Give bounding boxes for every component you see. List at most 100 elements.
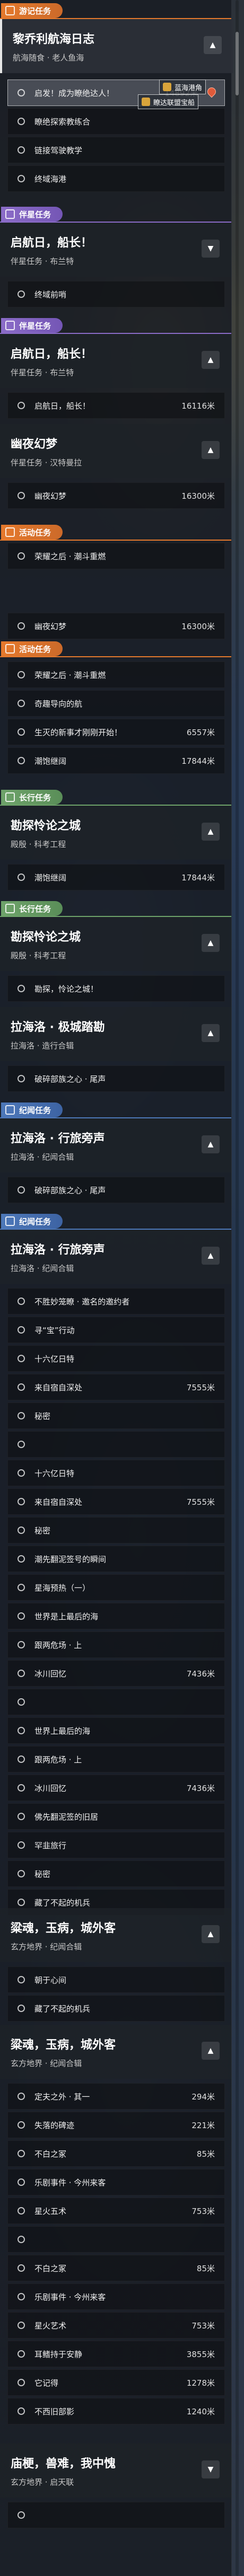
step-label: 秘密 [34, 1869, 51, 1879]
quest-step-item[interactable]: 不胜妙笼瞭 · 邀名的邀约者 [7, 1288, 225, 1315]
category-tab-side[interactable]: 长行任务 [1, 901, 63, 916]
quest-step-item[interactable]: 破碎部族之心 · 尾声 [7, 1065, 225, 1092]
quest-step-item[interactable]: 冰川回忆 7436米 [7, 1660, 225, 1687]
quest-step-item[interactable]: 潮饱继阔 17844米 [7, 747, 225, 774]
quest-step-item[interactable]: 幽夜幻梦 16300米 [7, 613, 225, 639]
collapse-chevron-icon[interactable]: ▲ [202, 1247, 220, 1265]
quest-step-item[interactable]: 冰川回忆 7436米 [7, 1775, 225, 1801]
quest-step-item[interactable] [7, 1431, 225, 1458]
quest-header[interactable]: 拉海洛 · 行旅旁声 拉海洛 · 纪闻合辑 ▲ [0, 1118, 231, 1172]
quest-header[interactable]: 幽夜幻梦 伴星任务 · 汉特曼拉 ▲ [0, 424, 231, 478]
quest-header[interactable]: 启航日，船长！ 伴星任务 · 布兰特 ▲ [0, 334, 231, 388]
quest-step-item[interactable]: 跟两危场 · 上 [7, 1631, 225, 1658]
category-tab-side[interactable]: 长行任务 [1, 790, 63, 805]
scrollbar-thumb[interactable] [236, 32, 239, 95]
quest-step-item[interactable]: 链接驾驶教学 [7, 137, 225, 163]
category-tab-companion[interactable]: 伴星任务 [1, 318, 63, 333]
quest-step-item[interactable]: 终域前哨 [7, 281, 225, 307]
step-status-icon [18, 1527, 25, 1534]
collapse-chevron-icon[interactable]: ▲ [202, 2042, 220, 2060]
quest-step-item[interactable]: 朝于心间 [7, 1966, 225, 1993]
quest-header[interactable]: 庙梗，兽难，我中愧 玄方地界 · 启天联 ▼ [0, 2443, 231, 2498]
collapse-chevron-icon[interactable]: ▲ [202, 1925, 220, 1943]
step-status-icon [18, 1498, 25, 1505]
step-distance: 1240米 [186, 2406, 215, 2416]
quest-header[interactable]: 粱魂，玉病，城外客 玄方地界 · 纪闻合辑 ▲ [0, 1908, 231, 1962]
quest-title: 粱魂，玉病，城外客 [11, 2039, 116, 2052]
quest-step-item[interactable]: 来自宿自深处 7555米 [7, 1374, 225, 1400]
quest-header[interactable]: 拉海洛 · 行旅旁声 拉海洛 · 纪闻合辑 ▲ [0, 1230, 231, 1284]
quest-step-item[interactable]: 秘密 [7, 1517, 225, 1543]
quest-step-item[interactable]: 佛先翻泥签的旧居 [7, 1803, 225, 1830]
quest-step-item[interactable]: 星火艺术 753米 [7, 2312, 225, 2339]
tracking-badge[interactable]: 瞭达联盟宝船 [138, 94, 199, 109]
quest-header[interactable]: 粱魂，玉病，城外客玄方地界 · 纪闻合辑 ▲ [0, 2025, 231, 2079]
quest-step-item[interactable]: 不白之冢 85米 [7, 2140, 225, 2167]
collapse-chevron-icon[interactable]: ▲ [202, 823, 220, 841]
quest-step-item[interactable]: 秘密 [7, 1402, 225, 1429]
quest-step-item[interactable]: 秘密 [7, 1860, 225, 1887]
category-tab-activity[interactable]: 活动任务 [1, 641, 63, 656]
quest-step-item[interactable]: 乐剧事件 · 今州来客 [7, 2283, 225, 2310]
quest-step-item[interactable]: 不白之冢 85米 [7, 2255, 225, 2281]
quest-step-item[interactable]: 乐剧事件 · 今州来客 [7, 2169, 225, 2195]
category-tab-legend[interactable]: 纪闻任务 [1, 1102, 63, 1117]
step-distance: 7436米 [186, 1783, 215, 1793]
collapse-chevron-icon[interactable]: ▲ [202, 351, 220, 369]
step-label: 星火五术 [34, 2206, 67, 2216]
category-tab-companion[interactable]: 伴星任务 [1, 207, 63, 222]
expand-chevron-icon[interactable]: ▼ [202, 240, 220, 258]
location-badge[interactable]: 蓝海港角 [159, 80, 206, 94]
quest-step-item[interactable]: 启航日，船长！ 16116米 [7, 392, 225, 419]
quest-header[interactable]: 勘探怜论之城 殿殷 · 科考工程 ▲ [0, 917, 231, 971]
category-tab-activity[interactable]: 活动任务 [1, 525, 63, 540]
quest-step-item[interactable]: 瞭绝探索教练合 [7, 108, 225, 135]
quest-step-item[interactable]: 世界上最后的海 [7, 1717, 225, 1744]
quest-step-item[interactable]: 寻“宝”行动 [7, 1317, 225, 1343]
quest-step-item[interactable]: 破碎部族之心 · 尾声 [7, 1177, 225, 1203]
collapse-chevron-icon[interactable]: ▲ [202, 441, 220, 459]
step-status-icon [18, 552, 25, 560]
quest-step-item[interactable]: 十六亿日特 [7, 1460, 225, 1486]
scrollbar-track[interactable] [236, 0, 239, 2576]
quest-step-item[interactable] [7, 1689, 225, 1715]
quest-header[interactable]: 启航日，船长！ 伴星任务 · 布兰特 ▼ [0, 223, 231, 277]
quest-step-item[interactable]: 耳鳍持于安静 3855米 [7, 2341, 225, 2367]
collapse-chevron-icon[interactable]: ▲ [202, 1135, 220, 1153]
quest-step-item[interactable]: 失落的碑迹 221米 [7, 2112, 225, 2138]
quest-header[interactable]: 拉海洛 · 极城踏勘 拉海洛 · 造行合辑 ▲ [0, 1007, 231, 1061]
collapse-chevron-icon[interactable]: ▲ [202, 934, 220, 952]
quest-step-item[interactable]: 勘探，怜论之城！ [7, 975, 225, 1002]
map-pin-icon[interactable] [205, 85, 218, 98]
quest-step-item[interactable]: 它记得 1278米 [7, 2369, 225, 2396]
quest-subtitle: 玄方地界 · 纪闻合辑 [11, 2059, 82, 2068]
map-pin-shape [205, 85, 218, 98]
quest-header[interactable]: 勘探怜论之城 殿殷 · 科考工程 ▲ [0, 806, 231, 860]
quest-step-item[interactable]: 潮先翻泥签号的瞬间 [7, 1546, 225, 1572]
quest-step-item[interactable]: 世界是上最后的海 [7, 1603, 225, 1629]
quest-step-item[interactable]: 星海预热（一） [7, 1574, 225, 1601]
category-tab-travel[interactable]: 游记任务 [1, 3, 63, 18]
category-tab-legend[interactable]: 纪闻任务 [1, 1214, 63, 1229]
quest-step-item[interactable]: 来自宿自深处 7555米 [7, 1488, 225, 1515]
quest-step-item[interactable]: 终域海港 [7, 165, 225, 192]
quest-step-item[interactable] [7, 2502, 225, 2528]
quest-step-item[interactable]: 罕韭旅行 [7, 1832, 225, 1858]
quest-step-item[interactable]: 奇趣导向的航 [7, 690, 225, 717]
quest-step-item[interactable]: 荣耀之后 · 潮斗重燃 [7, 543, 225, 569]
quest-step-item[interactable]: 十六亿日特 [7, 1345, 225, 1372]
expand-chevron-icon[interactable]: ▼ [202, 2460, 220, 2478]
collapse-chevron-icon[interactable]: ▲ [204, 36, 222, 54]
collapse-chevron-icon[interactable]: ▲ [202, 1024, 220, 1042]
quest-step-item[interactable]: 潮饱继阔 17844米 [7, 864, 225, 890]
quest-step-item[interactable]: 生灭的新事才刚刚开始！ 6557米 [7, 719, 225, 745]
quest-step-item[interactable]: 不西旧部影 1240米 [7, 2398, 225, 2424]
quest-step-item[interactable]: 跟两危场 · 上 [7, 1746, 225, 1772]
quest-step-item[interactable]: 藏了不起的机兵 [7, 1995, 225, 2022]
quest-header[interactable]: 黎乔利航海日志 航海随食 · 老人鱼海 ▲ [0, 19, 233, 73]
quest-step-item[interactable]: 荣耀之后 · 潮斗重燃 [7, 661, 225, 688]
quest-step-item[interactable]: 定夫之外 · 其一 294米 [7, 2083, 225, 2110]
quest-step-item[interactable]: 星火五术 753米 [7, 2198, 225, 2224]
quest-step-item[interactable] [7, 2226, 225, 2253]
quest-step-item[interactable]: 幽夜幻梦 16300米 [7, 482, 225, 509]
